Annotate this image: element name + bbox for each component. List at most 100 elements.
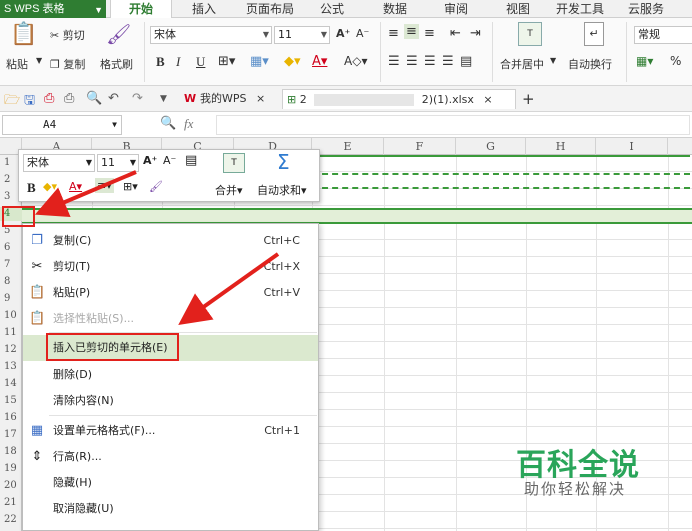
decrease-font-icon[interactable]: A⁻ (356, 27, 369, 40)
row-header-22[interactable]: 22 (0, 513, 22, 527)
save-icon[interactable]: 🖫 (24, 91, 35, 113)
row-header-21[interactable]: 21 (0, 496, 22, 510)
name-box[interactable]: A4 ▼ (2, 115, 122, 135)
menu-item-format-cells[interactable]: ▦ 设置单元格格式(F)... Ctrl+1 (23, 418, 318, 444)
number-format-select[interactable]: 常规 (634, 26, 692, 44)
tab-cloud[interactable]: 云服务 (628, 0, 664, 18)
row-header-9[interactable]: 9 (0, 292, 22, 306)
column-header-e[interactable]: E (312, 138, 384, 155)
align-center-icon[interactable]: ≡▾ (95, 178, 114, 193)
new-tab-button[interactable]: + (522, 89, 535, 109)
font-color-icon[interactable]: A▾ (312, 54, 327, 69)
row-header-6[interactable]: 6 (0, 241, 22, 255)
export-pdf-icon[interactable]: ⎙ (44, 91, 54, 106)
paste-button[interactable]: 粘贴 (6, 56, 28, 72)
distributed-icon[interactable]: ▤ (460, 54, 472, 69)
undo-icon[interactable]: ↶ (108, 91, 119, 106)
tab-formulas[interactable]: 公式 (320, 0, 344, 18)
font-name-select[interactable]: 宋体 ▼ (150, 26, 272, 44)
bold-button[interactable]: B (156, 54, 165, 70)
mini-font-name-select[interactable]: 宋体 ▼ (23, 154, 95, 172)
borders-icon[interactable]: ⊞▾ (218, 54, 235, 69)
currency-format-icon[interactable]: ▦▾ (636, 54, 653, 68)
formula-input[interactable] (216, 115, 690, 135)
decrease-font-icon[interactable]: A⁻ (163, 154, 176, 167)
tab-review[interactable]: 审阅 (444, 0, 468, 18)
mini-font-size-select[interactable]: 11 ▼ (97, 154, 139, 172)
underline-button[interactable]: U (196, 54, 205, 70)
tab-my-wps[interactable]: W 我的WPS × (184, 89, 265, 109)
column-header-f[interactable]: F (384, 138, 456, 155)
menu-item-cut[interactable]: ✂ 剪切(T) Ctrl+X (23, 254, 318, 280)
row-header-8[interactable]: 8 (0, 275, 22, 289)
format-painter-button[interactable]: 格式刷 (100, 56, 133, 72)
redo-icon[interactable]: ↷ (132, 91, 143, 106)
wrap-text-icon[interactable]: ↵ (584, 22, 604, 46)
fill-color-icon[interactable]: ◆▾ (284, 54, 301, 69)
percent-button[interactable]: % (670, 54, 681, 68)
row-header-18[interactable]: 18 (0, 445, 22, 459)
auto-wrap-button[interactable]: 自动换行 (568, 56, 612, 72)
column-header-g[interactable]: G (456, 138, 526, 155)
tab-home[interactable]: 开始 (110, 0, 172, 18)
mini-merge-button[interactable]: 合并▾ (215, 182, 243, 198)
row-header-16[interactable]: 16 (0, 411, 22, 425)
print-preview-icon[interactable]: 🔍 (86, 91, 102, 106)
column-header-h[interactable]: H (526, 138, 596, 155)
tab-page-layout[interactable]: 页面布局 (246, 0, 294, 18)
align-left-icon[interactable]: ☰ (388, 54, 400, 69)
menu-item-delete[interactable]: 删除(D) (23, 362, 318, 388)
autosum-icon[interactable]: Σ (277, 150, 290, 174)
close-icon[interactable]: × (256, 92, 265, 105)
format-painter-icon[interactable]: 🖌 (106, 22, 131, 46)
tab-document[interactable]: ⊞ 2 2)(1).xlsx × (282, 89, 516, 109)
close-icon[interactable]: × (483, 93, 492, 106)
align-right-icon[interactable]: ☰ (424, 54, 436, 69)
align-center-icon[interactable]: ☰ (406, 54, 418, 69)
align-bottom-icon[interactable]: ≡ (424, 26, 435, 41)
column-header-i[interactable]: I (596, 138, 668, 155)
format-painter-icon[interactable]: 🖌 (149, 180, 163, 193)
print-icon[interactable]: ⎙ (64, 91, 74, 106)
row-header-20[interactable]: 20 (0, 479, 22, 493)
menu-item-copy[interactable]: ❐ 复制(C) Ctrl+C (23, 228, 318, 254)
merge-icon[interactable]: T (223, 153, 245, 173)
align-top-icon[interactable]: ≡ (388, 26, 399, 41)
row-header-15[interactable]: 15 (0, 394, 22, 408)
font-size-select[interactable]: 11 ▼ (274, 26, 330, 44)
menu-item-clear-contents[interactable]: 清除内容(N) (23, 388, 318, 414)
indent-decrease-icon[interactable]: ⇤ (450, 26, 461, 41)
tab-developer[interactable]: 开发工具 (556, 0, 604, 18)
borders-icon[interactable]: ⊞▾ (123, 180, 138, 193)
clear-format-icon[interactable]: A◇▾ (344, 54, 367, 68)
insert-function-button[interactable]: fx (184, 116, 193, 132)
merge-center-button[interactable]: 合并居中 (500, 56, 544, 72)
increase-font-icon[interactable]: A⁺ (143, 154, 157, 167)
tab-data[interactable]: 数据 (383, 0, 407, 18)
app-menu-button[interactable]: S WPS 表格 ▼ (0, 0, 106, 18)
menu-item-paste-special[interactable]: 📋 选择性粘贴(S)... (23, 306, 318, 332)
row-header-17[interactable]: 17 (0, 428, 22, 442)
chevron-down-icon[interactable]: ▼ (36, 56, 42, 65)
row-header-14[interactable]: 14 (0, 377, 22, 391)
merge-center-icon[interactable]: T (518, 22, 542, 46)
copy-button[interactable]: ❐ 复制 (50, 56, 85, 72)
selected-row-4[interactable] (22, 208, 692, 224)
justify-icon[interactable]: ☰ (442, 54, 454, 69)
folder-icon[interactable]: 🗁 (4, 91, 20, 113)
cut-button[interactable]: ✂ 剪切 (50, 27, 85, 43)
tab-insert[interactable]: 插入 (192, 0, 216, 18)
wrap-text-icon[interactable]: ▤ (185, 153, 197, 168)
zoom-icon[interactable]: 🔍 (160, 116, 176, 131)
row-header-12[interactable]: 12 (0, 343, 22, 357)
align-middle-icon[interactable]: ≡ (404, 24, 419, 39)
row-header-7[interactable]: 7 (0, 258, 22, 272)
row-header-19[interactable]: 19 (0, 462, 22, 476)
italic-button[interactable]: I (176, 54, 180, 70)
mini-autosum-button[interactable]: 自动求和▾ (257, 182, 307, 198)
menu-item-hide[interactable]: 隐藏(H) (23, 470, 318, 496)
row-header-13[interactable]: 13 (0, 360, 22, 374)
fill-color-icon[interactable]: ◆▾ (43, 180, 57, 193)
mini-font-color-button[interactable]: A▾ (69, 180, 82, 193)
chevron-down-icon[interactable]: ▼ (550, 56, 556, 65)
